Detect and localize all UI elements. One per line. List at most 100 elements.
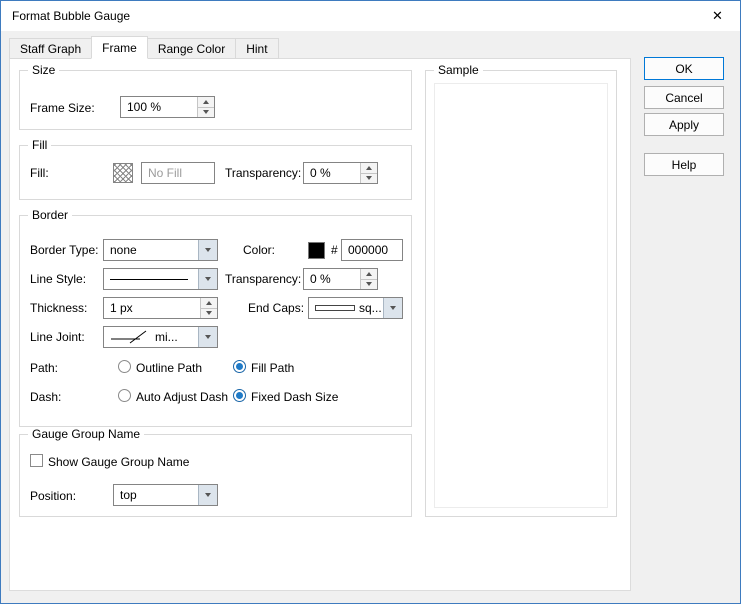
fill-transparency-value: 0 %: [304, 163, 360, 183]
dropdown-button[interactable]: [198, 327, 217, 347]
tab-hint[interactable]: Hint: [235, 38, 278, 59]
border-type-label: Border Type:: [30, 243, 98, 257]
end-caps-label: End Caps:: [248, 301, 304, 315]
thickness-value: 1 px: [104, 298, 200, 318]
size-group: Size Frame Size: 100 %: [19, 70, 412, 130]
dash-label: Dash:: [30, 390, 61, 404]
dropdown-button[interactable]: [383, 298, 402, 318]
fill-transparency-spinner: [360, 163, 377, 183]
fill-path-radio[interactable]: [233, 360, 246, 373]
border-color-hex-value: 000000: [348, 243, 388, 257]
spinner-up-icon: [206, 301, 212, 305]
border-group-title: Border: [28, 208, 72, 222]
cancel-button[interactable]: Cancel: [644, 86, 724, 109]
fill-pattern-button[interactable]: [113, 163, 133, 183]
format-bubble-gauge-dialog: Format Bubble Gauge ✕ Staff Graph Frame …: [0, 0, 741, 604]
dropdown-arrow-icon: [390, 306, 396, 310]
border-color-label: Color:: [243, 243, 275, 257]
fill-label: Fill:: [30, 166, 49, 180]
help-button[interactable]: Help: [644, 153, 724, 176]
auto-adjust-dash-label: Auto Adjust Dash: [136, 390, 228, 404]
border-group: Border Border Type: none Color: # 000000…: [19, 215, 412, 427]
path-label: Path:: [30, 361, 58, 375]
fill-value: No Fill: [148, 166, 182, 180]
outline-path-radio[interactable]: [118, 360, 131, 373]
thickness-spinner: [200, 298, 217, 318]
end-caps-value: sq...: [359, 301, 382, 315]
outline-path-label: Outline Path: [136, 361, 202, 375]
close-icon: ✕: [712, 8, 723, 24]
spinner-up-button[interactable]: [198, 97, 214, 107]
dropdown-button[interactable]: [198, 269, 217, 289]
fixed-dash-size-label: Fixed Dash Size: [251, 390, 338, 404]
apply-button[interactable]: Apply: [644, 113, 724, 136]
border-color-swatch[interactable]: [308, 242, 325, 259]
sample-group-title: Sample: [434, 63, 483, 77]
end-caps-preview: [315, 305, 355, 311]
spinner-down-button[interactable]: [201, 308, 217, 319]
line-style-solid-preview: [110, 279, 188, 280]
border-type-dropdown[interactable]: none: [103, 239, 218, 261]
fill-group: Fill Fill: No Fill Transparency: 0 %: [19, 145, 412, 200]
fill-transparency-label: Transparency:: [225, 166, 301, 180]
position-dropdown[interactable]: top: [113, 484, 218, 506]
position-value: top: [114, 485, 198, 505]
frame-size-input[interactable]: 100 %: [120, 96, 215, 118]
tab-staff-graph[interactable]: Staff Graph: [9, 38, 92, 59]
end-caps-preview-wrap: sq...: [309, 298, 383, 318]
gauge-group-name-title: Gauge Group Name: [28, 427, 144, 441]
border-transparency-input[interactable]: 0 %: [303, 268, 378, 290]
show-gauge-group-name-checkbox[interactable]: [30, 454, 43, 467]
spinner-down-icon: [366, 176, 372, 180]
auto-adjust-dash-radio[interactable]: [118, 389, 131, 402]
window-title: Format Bubble Gauge: [12, 1, 130, 31]
spinner-up-icon: [203, 100, 209, 104]
spinner-down-button[interactable]: [361, 173, 377, 184]
frame-size-spinner: [197, 97, 214, 117]
end-caps-dropdown[interactable]: sq...: [308, 297, 403, 319]
line-style-dropdown[interactable]: [103, 268, 218, 290]
line-style-preview-wrap: [104, 269, 198, 289]
dropdown-arrow-icon: [205, 493, 211, 497]
dropdown-arrow-icon: [205, 277, 211, 281]
thickness-input[interactable]: 1 px: [103, 297, 218, 319]
fill-path-label: Fill Path: [251, 361, 294, 375]
border-transparency-label: Transparency:: [225, 272, 301, 286]
dropdown-button[interactable]: [198, 485, 217, 505]
spinner-down-button[interactable]: [361, 279, 377, 290]
spinner-down-icon: [203, 110, 209, 114]
sample-preview: [434, 83, 608, 508]
line-joint-value: mi...: [155, 330, 178, 344]
spinner-down-icon: [206, 311, 212, 315]
fill-transparency-input[interactable]: 0 %: [303, 162, 378, 184]
tab-bar: Staff Graph Frame Range Color Hint: [9, 36, 278, 59]
border-transparency-value: 0 %: [304, 269, 360, 289]
border-color-hex-input[interactable]: 000000: [341, 239, 403, 261]
spinner-up-button[interactable]: [361, 269, 377, 279]
tab-range-color[interactable]: Range Color: [147, 38, 236, 59]
fixed-dash-size-radio[interactable]: [233, 389, 246, 402]
dropdown-button[interactable]: [198, 240, 217, 260]
ok-button[interactable]: OK: [644, 57, 724, 80]
dropdown-arrow-icon: [205, 248, 211, 252]
spinner-up-icon: [366, 272, 372, 276]
titlebar: Format Bubble Gauge ✕: [1, 1, 740, 31]
line-joint-preview: [110, 330, 152, 344]
spinner-up-button[interactable]: [361, 163, 377, 173]
position-label: Position:: [30, 489, 76, 503]
spinner-down-button[interactable]: [198, 107, 214, 118]
border-type-value: none: [104, 240, 198, 260]
size-group-title: Size: [28, 63, 59, 77]
show-gauge-group-name-label: Show Gauge Group Name: [48, 455, 189, 469]
line-joint-dropdown[interactable]: mi...: [103, 326, 218, 348]
line-joint-preview-wrap: mi...: [104, 327, 198, 347]
frame-size-value: 100 %: [121, 97, 197, 117]
close-button[interactable]: ✕: [695, 1, 740, 31]
gauge-group-name-group: Gauge Group Name Show Gauge Group Name P…: [19, 434, 412, 517]
color-hash-label: #: [331, 243, 338, 257]
spinner-down-icon: [366, 282, 372, 286]
spinner-up-button[interactable]: [201, 298, 217, 308]
tab-frame[interactable]: Frame: [91, 36, 148, 59]
border-transparency-spinner: [360, 269, 377, 289]
fill-value-input[interactable]: No Fill: [141, 162, 215, 184]
